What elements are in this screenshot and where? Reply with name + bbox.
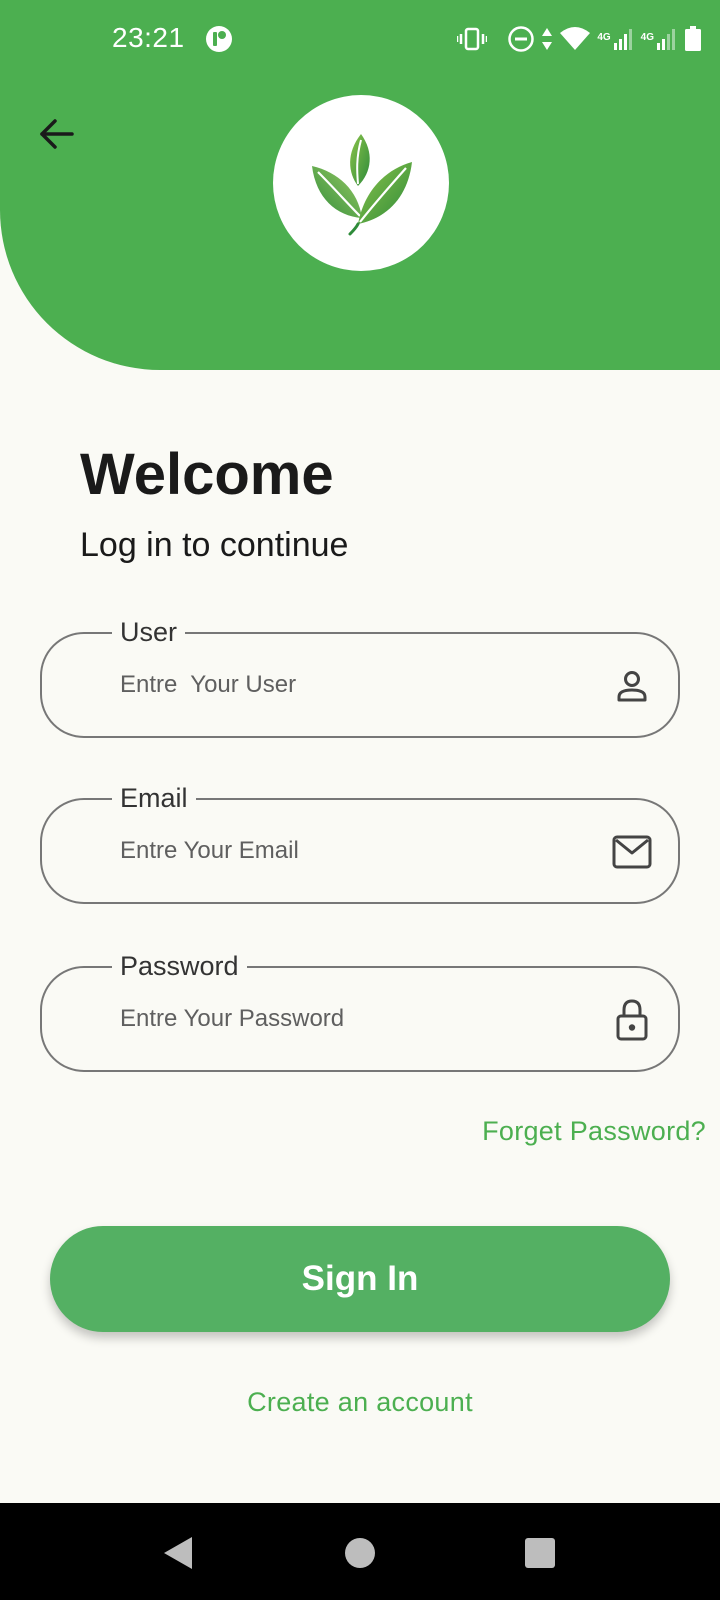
- battery-icon: [684, 26, 702, 52]
- signal-strength-icon: [613, 27, 635, 51]
- lock-icon: [610, 998, 654, 1042]
- sign-in-button[interactable]: Sign In: [50, 1226, 670, 1332]
- user-input[interactable]: [120, 664, 580, 706]
- vibrate-icon: [457, 27, 488, 51]
- network-type-label: 4G: [597, 32, 611, 43]
- nav-recents-button[interactable]: [520, 1533, 560, 1573]
- password-input[interactable]: [120, 998, 580, 1040]
- nav-back-button[interactable]: [160, 1533, 200, 1573]
- page-title: Welcome: [80, 442, 334, 507]
- mail-icon: [610, 830, 654, 874]
- leaf-logo-icon: [312, 134, 412, 236]
- app-logo: [273, 95, 449, 271]
- email-field[interactable]: Email: [40, 781, 680, 904]
- wifi-icon: [559, 26, 591, 52]
- data-transfer-icon: [541, 26, 553, 52]
- header-banner: 23:21 4G 4G: [0, 0, 720, 370]
- page-subtitle: Log in to continue: [80, 526, 349, 564]
- status-bar: 23:21 4G 4G: [0, 0, 720, 80]
- triangle-back-icon: [164, 1537, 192, 1569]
- do-not-disturb-icon: [507, 25, 535, 53]
- app-notification-icon: [205, 25, 233, 53]
- status-icons: 4G 4G: [457, 22, 702, 56]
- user-field[interactable]: User: [40, 615, 680, 738]
- status-time: 23:21: [112, 22, 185, 53]
- arrow-left-icon: [40, 119, 74, 149]
- circle-home-icon: [345, 1538, 375, 1568]
- network-type-label-2: 4G: [640, 32, 654, 43]
- back-button[interactable]: [34, 112, 78, 156]
- forget-password-link[interactable]: Forget Password?: [482, 1116, 706, 1147]
- user-field-label: User: [112, 615, 186, 649]
- password-field[interactable]: Password: [40, 949, 680, 1072]
- create-account-link[interactable]: Create an account: [0, 1387, 720, 1418]
- password-field-label: Password: [112, 949, 247, 983]
- nav-home-button[interactable]: [340, 1533, 380, 1573]
- email-field-label: Email: [112, 781, 196, 815]
- signal-strength-icon-2: [656, 27, 678, 51]
- person-icon: [610, 664, 654, 708]
- navigation-bar: [0, 1503, 720, 1600]
- login-screen: 23:21 4G 4G Welcome Log in to continue U…: [0, 0, 720, 1600]
- email-input[interactable]: [120, 830, 580, 872]
- square-recents-icon: [525, 1538, 555, 1568]
